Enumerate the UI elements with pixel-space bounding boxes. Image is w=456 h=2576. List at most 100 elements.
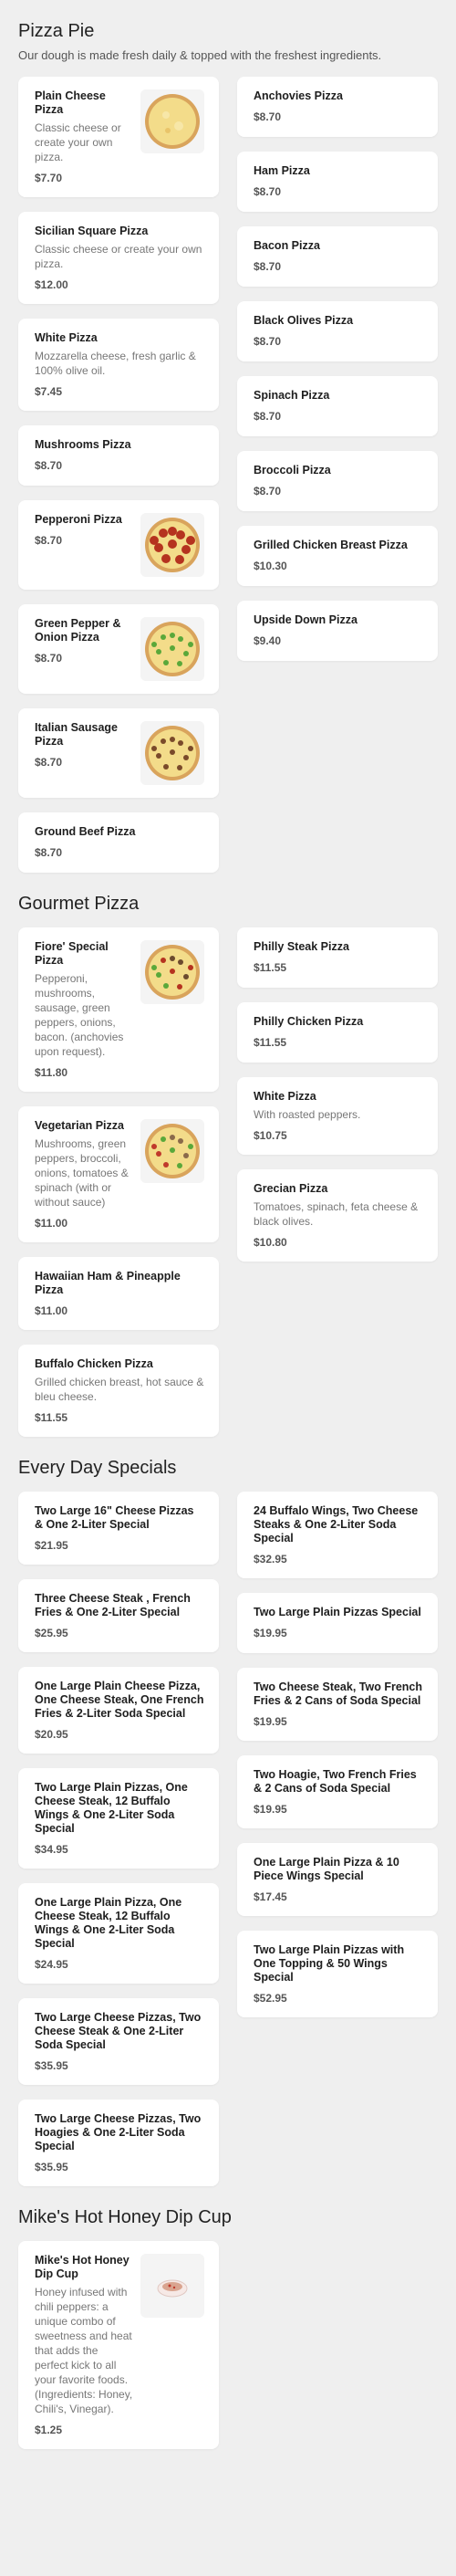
menu-item-three-cheese-steak-french-fries-one-2-liter-special[interactable]: Three Cheese Steak , French Fries & One …: [18, 1579, 219, 1652]
menu-item-text: Two Large Cheese Pizzas, Two Cheese Stea…: [35, 2011, 204, 2072]
item-name: Green Pepper & Onion Pizza: [35, 617, 121, 644]
menu-item-mike-s-hot-honey-dip-cup[interactable]: Mike's Hot Honey Dip Cup Honey infused wi…: [18, 2241, 219, 2449]
item-price: $8.70: [254, 185, 282, 198]
item-price: $8.70: [35, 846, 63, 859]
item-name: Upside Down Pizza: [254, 613, 358, 626]
menu-item-ground-beef-pizza[interactable]: Ground Beef Pizza $8.70: [18, 812, 219, 873]
item-price: $9.40: [254, 634, 282, 647]
item-price: $8.70: [35, 534, 63, 547]
item-price: $17.45: [254, 1890, 287, 1903]
menu-item-text: Green Pepper & Onion Pizza $8.70: [35, 617, 140, 681]
menu-item-two-large-cheese-pizzas-two-hoagies-one-2-liter-soda-special[interactable]: Two Large Cheese Pizzas, Two Hoagies & O…: [18, 2100, 219, 2186]
menu-item-text: Two Large Plain Pizzas with One Topping …: [254, 1943, 423, 2005]
item-price: $8.70: [254, 260, 282, 273]
menu-item-ham-pizza[interactable]: Ham Pizza $8.70: [237, 152, 438, 212]
menu-item-two-large-cheese-pizzas-two-cheese-steak-one-2-liter-soda-special[interactable]: Two Large Cheese Pizzas, Two Cheese Stea…: [18, 1998, 219, 2085]
menu-item-hawaiian-ham-pineapple-pizza[interactable]: Hawaiian Ham & Pineapple Pizza $11.00: [18, 1257, 219, 1330]
item-description: Classic cheese or create your own pizza.: [35, 121, 121, 163]
menu-item-text: Two Large 16" Cheese Pizzas & One 2-Lite…: [35, 1504, 204, 1552]
pizza-image: [140, 1119, 204, 1183]
menu-column-left: Fiore' Special Pizza Pepperoni, mushrooms…: [18, 927, 219, 1437]
menu-item-white-pizza[interactable]: White Pizza With roasted peppers. $10.75: [237, 1077, 438, 1155]
menu-item-text: Two Cheese Steak, Two French Fries & 2 C…: [254, 1681, 423, 1728]
menu-item-text: Philly Chicken Pizza $11.55: [254, 1015, 423, 1050]
menu-column-right: Philly Steak Pizza $11.55 Philly Chicken P…: [237, 927, 438, 1262]
item-name: Ham Pizza: [254, 164, 310, 177]
item-name: 24 Buffalo Wings, Two Cheese Steaks & On…: [254, 1504, 419, 1545]
menu-item-text: Vegetarian Pizza Mushrooms, green peppers…: [35, 1119, 140, 1230]
menu-item-grecian-pizza[interactable]: Grecian Pizza Tomatoes, spinach, feta che…: [237, 1169, 438, 1262]
menu-item-fiore-special-pizza[interactable]: Fiore' Special Pizza Pepperoni, mushrooms…: [18, 927, 219, 1092]
item-description: Tomatoes, spinach, feta cheese & black o…: [254, 1200, 419, 1228]
menu-item-italian-sausage-pizza[interactable]: Italian Sausage Pizza $8.70: [18, 708, 219, 798]
menu-column-right: Anchovies Pizza $8.70 Ham Pizza $8.70 Bacon …: [237, 77, 438, 661]
menu-item-grilled-chicken-breast-pizza[interactable]: Grilled Chicken Breast Pizza $10.30: [237, 526, 438, 586]
item-price: $8.70: [35, 652, 63, 665]
menu-item-two-cheese-steak-two-french-fries-2-cans-of-soda-special[interactable]: Two Cheese Steak, Two French Fries & 2 C…: [237, 1668, 438, 1741]
item-name: Two Cheese Steak, Two French Fries & 2 C…: [254, 1681, 422, 1707]
menu-item-two-large-16-cheese-pizzas-one-2-liter-special[interactable]: Two Large 16" Cheese Pizzas & One 2-Lite…: [18, 1492, 219, 1565]
item-description: Mozzarella cheese, fresh garlic & 100% o…: [35, 350, 196, 377]
menu-section-gourmet-pizza: Gourmet Pizza Fiore' Special Pizza Peppero…: [18, 885, 438, 1437]
menu-item-philly-steak-pizza[interactable]: Philly Steak Pizza $11.55: [237, 927, 438, 988]
menu-item-text: Broccoli Pizza $8.70: [254, 464, 423, 498]
item-name: Two Large Plain Pizzas, One Cheese Steak…: [35, 1781, 188, 1835]
menu-item-broccoli-pizza[interactable]: Broccoli Pizza $8.70: [237, 451, 438, 511]
menu-item-text: White Pizza With roasted peppers. $10.75: [254, 1090, 423, 1142]
item-name: Pepperoni Pizza: [35, 513, 122, 526]
menu-item-plain-cheese-pizza[interactable]: Plain Cheese Pizza Classic cheese or crea…: [18, 77, 219, 197]
menu-item-vegetarian-pizza[interactable]: Vegetarian Pizza Mushrooms, green peppers…: [18, 1106, 219, 1242]
menu-item-black-olives-pizza[interactable]: Black Olives Pizza $8.70: [237, 301, 438, 361]
menu-item-text: Bacon Pizza $8.70: [254, 239, 423, 274]
item-name: Two Large Plain Pizzas with One Topping …: [254, 1943, 405, 1984]
menu-item-text: Two Large Cheese Pizzas, Two Hoagies & O…: [35, 2112, 204, 2173]
menu-item-white-pizza[interactable]: White Pizza Mozzarella cheese, fresh garl…: [18, 319, 219, 411]
menu-item-mushrooms-pizza[interactable]: Mushrooms Pizza $8.70: [18, 425, 219, 486]
menu-item-sicilian-square-pizza[interactable]: Sicilian Square Pizza Classic cheese or c…: [18, 212, 219, 304]
menu-item-spinach-pizza[interactable]: Spinach Pizza $8.70: [237, 376, 438, 436]
item-price: $7.70: [35, 172, 63, 184]
menu-item-text: Spinach Pizza $8.70: [254, 389, 423, 424]
item-price: $1.25: [35, 2424, 63, 2436]
item-price: $10.75: [254, 1129, 287, 1142]
menu-item-anchovies-pizza[interactable]: Anchovies Pizza $8.70: [237, 77, 438, 137]
menu-item-text: Two Hoagie, Two French Fries & 2 Cans of…: [254, 1768, 423, 1816]
menu-item-text: Italian Sausage Pizza $8.70: [35, 721, 140, 785]
menu-item-two-large-plain-pizzas-special[interactable]: Two Large Plain Pizzas Special $19.95: [237, 1593, 438, 1653]
item-description: Honey infused with chili peppers: a uniq…: [35, 2286, 133, 2415]
menu-item-buffalo-chicken-pizza[interactable]: Buffalo Chicken Pizza Grilled chicken bre…: [18, 1345, 219, 1437]
item-name: Hawaiian Ham & Pineapple Pizza: [35, 1270, 181, 1296]
menu-item-two-large-plain-pizzas-one-cheese-steak-12-buffalo-wings-one-2-liter-soda-special[interactable]: Two Large Plain Pizzas, One Cheese Steak…: [18, 1768, 219, 1869]
item-price: $8.70: [254, 485, 282, 497]
item-price: $8.70: [254, 335, 282, 348]
menu-item-one-large-plain-pizza-one-cheese-steak-12-buffalo-wings-one-2-liter-soda-special[interactable]: One Large Plain Pizza, One Cheese Steak,…: [18, 1883, 219, 1984]
menu-item-green-pepper-onion-pizza[interactable]: Green Pepper & Onion Pizza $8.70: [18, 604, 219, 694]
menu-item-24-buffalo-wings-two-cheese-steaks-one-2-liter-soda-special[interactable]: 24 Buffalo Wings, Two Cheese Steaks & On…: [237, 1492, 438, 1578]
item-name: Two Large 16" Cheese Pizzas & One 2-Lite…: [35, 1504, 194, 1531]
menu-item-bacon-pizza[interactable]: Bacon Pizza $8.70: [237, 226, 438, 287]
section-title: Pizza Pie: [18, 21, 95, 41]
item-price: $8.70: [35, 459, 63, 472]
section-title: Gourmet Pizza: [18, 894, 140, 914]
menu-item-one-large-plain-cheese-pizza-one-cheese-steak-one-french-fries-2-liter-soda-special[interactable]: One Large Plain Cheese Pizza, One Cheese…: [18, 1667, 219, 1754]
menu-item-two-large-plain-pizzas-with-one-topping-50-wings-special[interactable]: Two Large Plain Pizzas with One Topping …: [237, 1931, 438, 2017]
menu-item-text: Pepperoni Pizza $8.70: [35, 513, 140, 577]
item-price: $11.55: [254, 1036, 287, 1049]
item-name: Two Large Cheese Pizzas, Two Cheese Stea…: [35, 2011, 202, 2051]
item-price: $35.95: [35, 2161, 68, 2173]
item-name: One Large Plain Pizza, One Cheese Steak,…: [35, 1896, 182, 1950]
menu-section-every-day-specials: Every Day Specials Two Large 16" Cheese P…: [18, 1450, 438, 2186]
item-price: $10.30: [254, 560, 287, 572]
menu-item-pepperoni-pizza[interactable]: Pepperoni Pizza $8.70: [18, 500, 219, 590]
menu-item-philly-chicken-pizza[interactable]: Philly Chicken Pizza $11.55: [237, 1002, 438, 1063]
item-name: Vegetarian Pizza: [35, 1119, 124, 1132]
menu-column-right: 24 Buffalo Wings, Two Cheese Steaks & On…: [237, 1492, 438, 2017]
item-name: Philly Steak Pizza: [254, 940, 349, 953]
item-name: Grecian Pizza: [254, 1182, 328, 1195]
menu-item-text: Anchovies Pizza $8.70: [254, 89, 423, 124]
item-price: $11.55: [35, 1411, 68, 1424]
menu-item-two-hoagie-two-french-fries-2-cans-of-soda-special[interactable]: Two Hoagie, Two French Fries & 2 Cans of…: [237, 1755, 438, 1828]
menu-item-upside-down-pizza[interactable]: Upside Down Pizza $9.40: [237, 601, 438, 661]
menu-item-one-large-plain-pizza-10-piece-wings-special[interactable]: One Large Plain Pizza & 10 Piece Wings S…: [237, 1843, 438, 1916]
item-price: $24.95: [35, 1958, 68, 1971]
